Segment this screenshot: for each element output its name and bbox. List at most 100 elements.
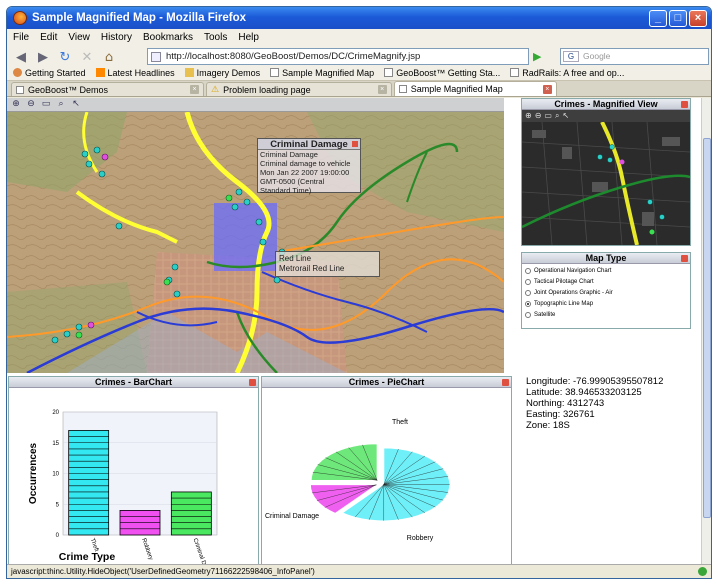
stop-icon[interactable]: ✕ — [79, 49, 95, 65]
y-tick-label: 5 — [56, 502, 60, 508]
radio-button[interactable] — [525, 311, 531, 318]
bookmark-sample-magnified-map[interactable]: Sample Magnified Map — [270, 67, 374, 78]
radio-button[interactable] — [525, 289, 531, 296]
satellite-magnified-map[interactable] — [522, 122, 690, 245]
popup-line: Criminal damage to vehicle — [260, 159, 351, 168]
map-toolbar: ⊕ ⊖ ▭ ⌕ ↖ — [7, 98, 504, 112]
tab-close-icon[interactable]: × — [190, 85, 200, 94]
radio-button[interactable] — [525, 278, 531, 285]
bookmark-getting-started[interactable]: Getting Started — [13, 67, 86, 78]
panel-title: Crimes - BarChart — [94, 377, 173, 387]
tab-close-icon[interactable]: × — [542, 84, 552, 94]
piechart-panel: Crimes - PieChart Theft Robbery Criminal D… — [261, 376, 512, 565]
reload-icon[interactable]: ↻ — [57, 49, 73, 65]
pie-label-theft: Theft — [392, 419, 408, 426]
slice — [310, 443, 378, 481]
map-viewer[interactable]: ⊕ ⊖ ▭ ⌕ ↖ Criminal Damage Criminal Damag… — [7, 98, 504, 373]
x-tick-label: Criminal Da — [191, 538, 208, 564]
tab-problem-loading[interactable]: ⚠ Problem loading page × — [206, 82, 392, 96]
menu-help[interactable]: Help — [238, 32, 259, 43]
popup-line: Mon Jan 22 2007 19:00:00 — [260, 168, 350, 177]
y-tick-label: 15 — [52, 441, 59, 447]
zoom-out-icon[interactable]: ⊖ — [25, 99, 37, 110]
maptype-option-tpc[interactable]: Tactical Pilotage Chart — [522, 276, 690, 287]
firefox-icon — [13, 11, 27, 25]
menu-tools[interactable]: Tools — [204, 32, 227, 43]
panel-close-icon[interactable] — [681, 101, 688, 108]
magnify-icon[interactable]: ⌕ — [555, 111, 559, 121]
vertical-scrollbar[interactable] — [701, 98, 711, 566]
page-content: ⊕ ⊖ ▭ ⌕ ↖ Criminal Damage Criminal Damag… — [7, 98, 703, 566]
warning-icon: ⚠ — [211, 84, 220, 94]
map-type-panel: Map Type Operational Navigation Chart Ta… — [521, 252, 691, 329]
panel-header: Crimes - BarChart — [9, 377, 258, 388]
tab-geoboost-demos[interactable]: GeoBoost™ Demos × — [11, 82, 205, 96]
scrollbar-thumb[interactable] — [703, 138, 711, 518]
panel-title: Crimes - PieChart — [348, 377, 425, 387]
bookmark-imagery-demos[interactable]: Imagery Demos — [184, 67, 260, 78]
panel-title: Map Type — [585, 253, 627, 263]
menu-edit[interactable]: Edit — [40, 32, 57, 43]
latitude-text: Latitude: 38.946533203125 — [526, 387, 642, 398]
pie-chart: Theft Robbery Criminal Damage — [265, 419, 451, 542]
page-icon — [398, 85, 407, 93]
easting-text: Easting: 326761 — [526, 409, 595, 420]
google-icon[interactable]: G — [563, 51, 579, 62]
popup-line: GMT-0500 (Central — [260, 177, 325, 186]
browser-window: Sample Magnified Map - Mozilla Firefox _… — [6, 6, 712, 579]
search-input[interactable]: G Google — [560, 48, 709, 65]
tab-close-icon[interactable]: × — [377, 85, 387, 94]
bookmark-latest-headlines[interactable]: Latest Headlines — [95, 67, 175, 78]
window-title: Sample Magnified Map - Mozilla Firefox — [32, 12, 247, 24]
url-text: http://localhost:8080/GeoBoost/Demos/DC/… — [166, 51, 421, 62]
bookmark-radrails[interactable]: RadRails: A free and op... — [510, 67, 624, 78]
y-axis-label: Occurrences — [28, 442, 39, 504]
close-button[interactable]: × — [689, 10, 707, 27]
bookmark-geoboost-getting-started[interactable]: GeoBoost™ Getting Sta... — [384, 67, 500, 78]
popup-close-icon[interactable] — [352, 141, 358, 147]
panel-close-icon[interactable] — [681, 255, 688, 262]
tab-sample-magnified-map[interactable]: Sample Magnified Map × — [393, 81, 557, 96]
firefox-bookmark-icon — [13, 67, 22, 77]
title-bar: Sample Magnified Map - Mozilla Firefox _… — [7, 7, 711, 29]
zoom-in-icon[interactable]: ⊕ — [525, 111, 532, 121]
page-icon — [384, 67, 394, 77]
maptype-option-onc[interactable]: Operational Navigation Chart — [522, 265, 690, 276]
back-icon[interactable]: ◀ — [13, 49, 29, 65]
url-input[interactable]: http://localhost:8080/GeoBoost/Demos/DC/… — [147, 48, 529, 65]
status-text: javascript:thinc.Utility.HideObject('Use… — [11, 567, 315, 576]
maptype-option-satellite[interactable]: Satellite — [522, 309, 690, 320]
panel-header: Map Type — [522, 253, 690, 264]
panel-close-icon[interactable] — [502, 379, 509, 386]
maximize-button[interactable]: □ — [669, 10, 687, 27]
maptype-option-jog[interactable]: Joint Operations Graphic - Air — [522, 287, 690, 298]
status-bar: javascript:thinc.Utility.HideObject('Use… — [7, 564, 711, 578]
home-icon[interactable]: ⌂ — [101, 49, 117, 65]
pointer-icon[interactable]: ↖ — [70, 99, 82, 110]
tooltip-line: Metrorail Red Line — [279, 264, 345, 273]
forward-icon[interactable]: ▶ — [35, 49, 51, 65]
pie-label-robbery: Robbery — [407, 535, 434, 542]
menu-history[interactable]: History — [101, 32, 132, 43]
topographic-map[interactable] — [7, 112, 504, 373]
go-icon[interactable]: ▶ — [533, 50, 541, 63]
panel-close-icon[interactable] — [249, 379, 256, 386]
radio-button-selected[interactable] — [525, 300, 531, 307]
radio-button[interactable] — [525, 267, 531, 274]
zoom-in-icon[interactable]: ⊕ — [10, 99, 22, 110]
menu-file[interactable]: File — [13, 32, 29, 43]
menu-bookmarks[interactable]: Bookmarks — [143, 32, 193, 43]
y-tick-label: 20 — [52, 410, 59, 416]
maptype-option-tlm[interactable]: Topographic Line Map — [522, 298, 690, 309]
pointer-icon[interactable]: ↖ — [562, 111, 569, 121]
minimize-button[interactable]: _ — [649, 10, 667, 27]
tooltip-line: Red Line — [279, 254, 312, 263]
x-tick-label: Robbery — [140, 538, 153, 561]
document-icon[interactable]: ▭ — [544, 111, 552, 121]
document-icon[interactable]: ▭ — [40, 99, 52, 110]
crime-info-popup[interactable]: Criminal Damage Criminal Damage Criminal… — [257, 138, 361, 195]
zoom-out-icon[interactable]: ⊖ — [535, 111, 542, 121]
menu-view[interactable]: View — [68, 32, 90, 43]
magnify-icon[interactable]: ⌕ — [55, 99, 67, 110]
page-icon — [510, 67, 520, 77]
